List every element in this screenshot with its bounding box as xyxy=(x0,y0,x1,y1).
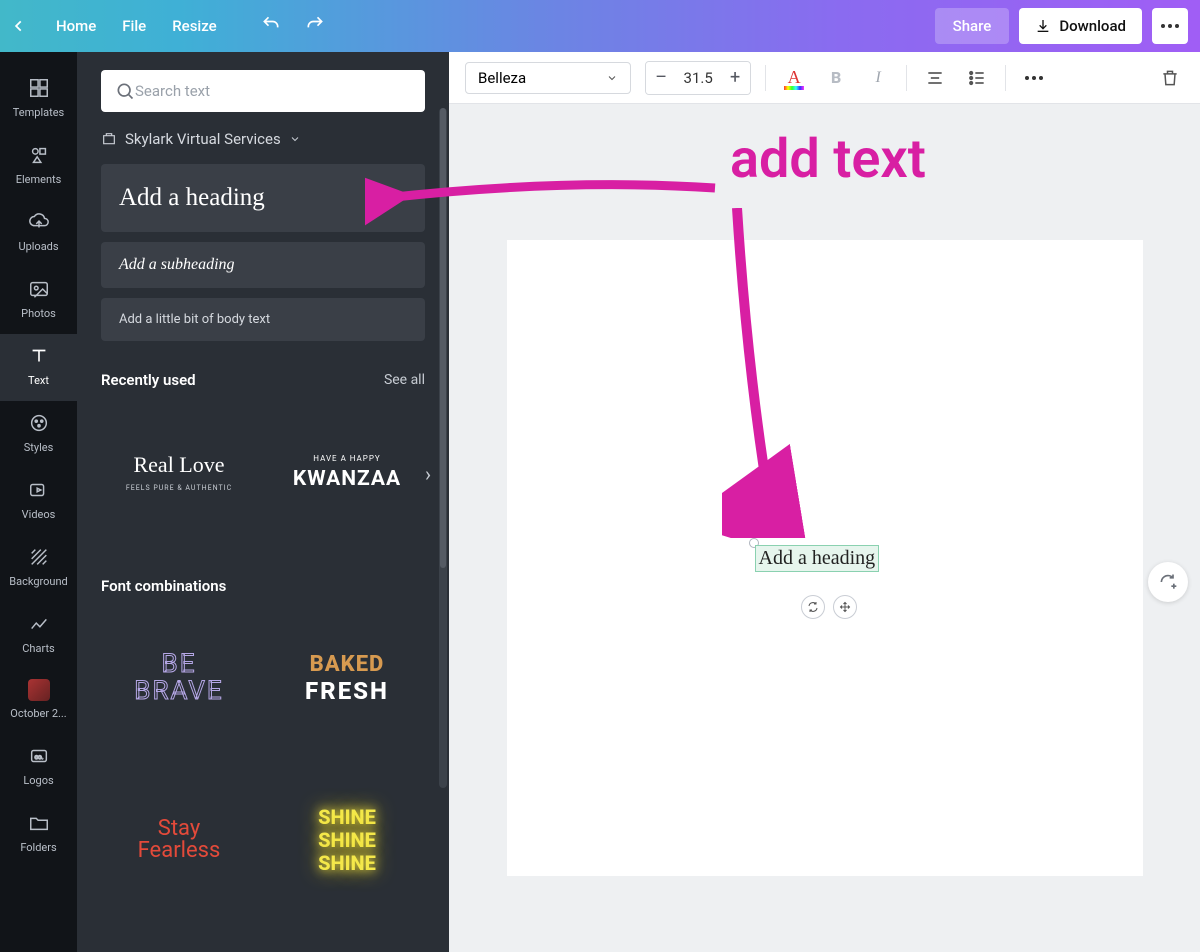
nav-videos[interactable]: Videos xyxy=(0,468,77,535)
bold-button[interactable]: B xyxy=(822,64,850,92)
search-input[interactable] xyxy=(135,82,411,100)
text-toolbar: Belleza – 31.5 + A B I xyxy=(449,52,1200,104)
toolbar-more-button[interactable] xyxy=(1020,64,1048,92)
nav-elements[interactable]: Elements xyxy=(0,133,77,200)
add-page-button[interactable] xyxy=(1148,562,1188,602)
font-size-control: – 31.5 + xyxy=(645,61,751,95)
add-subheading-button[interactable]: Add a subheading xyxy=(101,242,425,288)
recently-used-label: Recently used xyxy=(101,371,196,389)
folders-icon xyxy=(27,811,51,835)
download-label: Download xyxy=(1059,17,1126,35)
videos-icon xyxy=(27,478,51,502)
font-size-decrease[interactable]: – xyxy=(646,62,676,94)
text-color-button[interactable]: A xyxy=(780,64,808,92)
annotation-arrow-down xyxy=(722,208,842,538)
carousel-next-icon[interactable]: › xyxy=(425,462,431,486)
combo-card-stay-fearless[interactable]: Stay Fearless xyxy=(101,765,257,915)
styles-icon xyxy=(27,411,51,435)
share-button[interactable]: Share xyxy=(935,8,1010,44)
undo-icon[interactable] xyxy=(261,14,281,38)
top-bar: Home File Resize Share Download xyxy=(0,0,1200,52)
text-icon xyxy=(27,344,51,368)
chevron-down-icon xyxy=(289,133,301,145)
recent-card-real-love[interactable]: Real Love FEELS PURE & AUTHENTIC xyxy=(101,397,257,547)
photos-icon xyxy=(27,277,51,301)
nav-logos[interactable]: co. Logos xyxy=(0,734,77,801)
annotation-arrow-left xyxy=(365,158,725,248)
font-select[interactable]: Belleza xyxy=(465,62,631,94)
font-combinations-label: Font combinations xyxy=(101,577,226,595)
back-icon[interactable] xyxy=(12,17,30,35)
nav-folders[interactable]: Folders xyxy=(0,801,77,868)
combo-card-baked-fresh[interactable]: BAKED FRESH xyxy=(269,603,425,753)
download-button[interactable]: Download xyxy=(1019,8,1142,44)
canvas-heading-element[interactable]: Add a heading xyxy=(755,545,880,572)
elements-icon xyxy=(27,143,51,167)
sync-icon[interactable] xyxy=(801,595,825,619)
background-icon xyxy=(27,545,51,569)
combo-card-shine[interactable]: SHINE SHINE SHINE xyxy=(269,765,425,915)
recent-card-kwanzaa[interactable]: HAVE A HAPPY KWANZAA xyxy=(269,397,425,547)
resize-menu[interactable]: Resize xyxy=(172,17,216,35)
uploads-icon xyxy=(27,210,51,234)
logos-icon: co. xyxy=(27,744,51,768)
brand-icon xyxy=(101,131,117,147)
svg-text:co.: co. xyxy=(34,753,43,761)
home-menu[interactable]: Home xyxy=(56,17,96,35)
redo-icon[interactable] xyxy=(305,14,325,38)
october-icon xyxy=(28,679,50,701)
nav-background[interactable]: Background xyxy=(0,535,77,602)
italic-button[interactable]: I xyxy=(864,64,892,92)
brand-kit-row[interactable]: Skylark Virtual Services xyxy=(101,130,425,148)
list-button[interactable] xyxy=(963,64,991,92)
file-menu[interactable]: File xyxy=(122,17,146,35)
search-box[interactable] xyxy=(101,70,425,112)
nav-styles[interactable]: Styles xyxy=(0,401,77,468)
move-icon[interactable] xyxy=(833,595,857,619)
font-size-increase[interactable]: + xyxy=(720,62,750,94)
nav-templates[interactable]: Templates xyxy=(0,66,77,133)
align-button[interactable] xyxy=(921,64,949,92)
templates-icon xyxy=(27,76,51,100)
nav-october[interactable]: October 2... xyxy=(0,669,77,734)
charts-icon xyxy=(27,612,51,636)
search-icon xyxy=(115,81,135,101)
more-button[interactable] xyxy=(1152,8,1188,44)
add-body-button[interactable]: Add a little bit of body text xyxy=(101,298,425,341)
combo-card-be-brave[interactable]: BE BRAVE xyxy=(101,603,257,753)
chevron-down-icon xyxy=(606,72,618,84)
nav-text[interactable]: Text xyxy=(0,334,77,401)
side-nav: Templates Elements Uploads Photos Text S… xyxy=(0,52,77,952)
annotation-label: add text xyxy=(730,128,926,191)
delete-button[interactable] xyxy=(1156,64,1184,92)
nav-charts[interactable]: Charts xyxy=(0,602,77,669)
see-all-link[interactable]: See all xyxy=(384,372,425,388)
font-size-value[interactable]: 31.5 xyxy=(676,69,720,87)
nav-uploads[interactable]: Uploads xyxy=(0,200,77,267)
nav-photos[interactable]: Photos xyxy=(0,267,77,334)
